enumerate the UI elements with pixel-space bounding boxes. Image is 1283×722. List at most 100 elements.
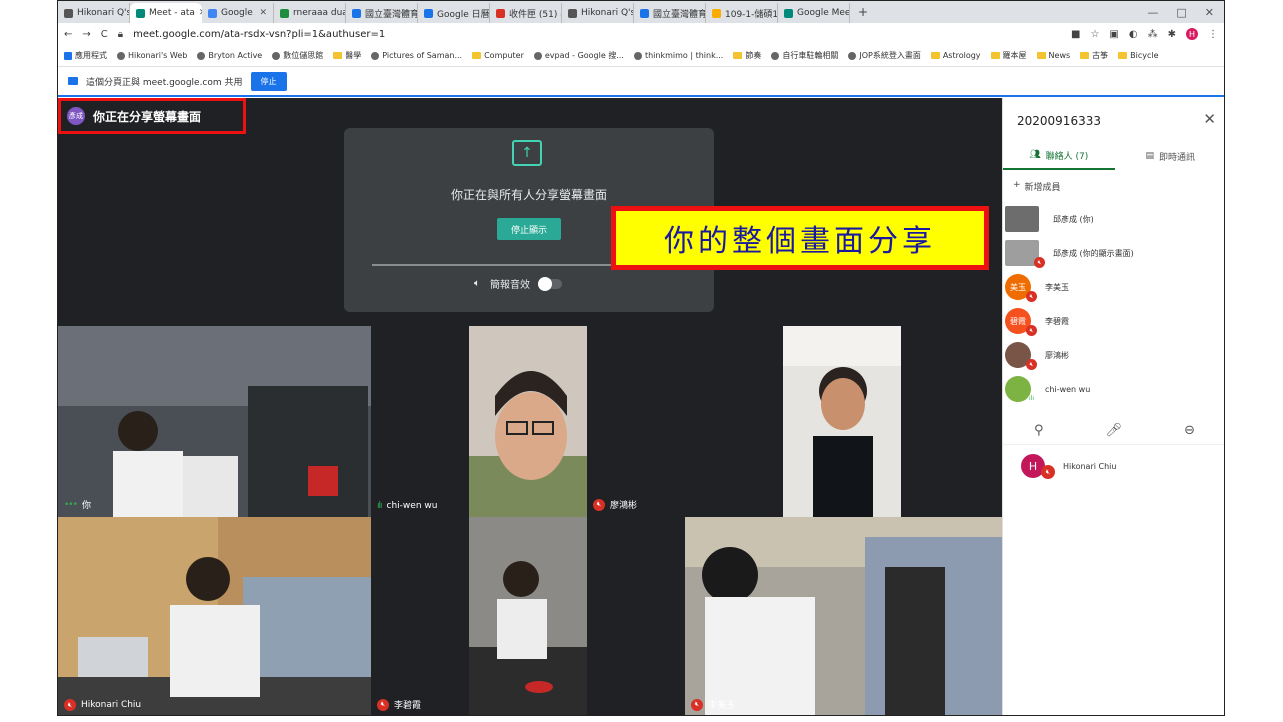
video-frame	[469, 517, 587, 715]
video-frame	[469, 326, 587, 517]
menu-icon[interactable]: ⋮	[1208, 29, 1218, 40]
add-people-button[interactable]: + 新增成員	[1013, 180, 1061, 193]
browser-tab[interactable]: Meet - ata✕	[130, 3, 202, 23]
back-icon[interactable]: ←	[64, 29, 72, 40]
tab-close-icon[interactable]: ✕	[259, 8, 267, 18]
bookmark-item[interactable]: 自行車駐輪相關	[771, 50, 838, 61]
bookmark-item[interactable]: 醫學	[333, 50, 361, 61]
video-tile[interactable]: 🔇︎ 廖鴻彬	[587, 326, 783, 517]
browser-tab[interactable]: rneraaa dual✕	[274, 3, 346, 23]
stop-presenting-button[interactable]: 停止顯示	[497, 218, 561, 240]
video-tile[interactable]	[783, 326, 901, 517]
bookmark-item[interactable]: 數位儲思館	[272, 50, 323, 61]
minimize-icon[interactable]: —	[1147, 6, 1158, 19]
participant-row[interactable]: 邱彥成 (你)	[1003, 202, 1224, 236]
video-tile[interactable]: 🔇︎ Hikonari Chiu	[58, 517, 371, 715]
bookmark-item[interactable]: thinkmimo | think...	[633, 51, 724, 60]
bookmark-item[interactable]: Bicycle	[1118, 51, 1159, 60]
video-tile[interactable]	[469, 517, 587, 715]
tile-label: ••• 你	[64, 498, 91, 512]
profile-avatar[interactable]: H	[1186, 28, 1198, 40]
presentation-message: 你正在與所有人分享螢幕畫面	[450, 188, 607, 202]
participant-list: 邱彥成 (你) 🔇︎ 邱彥成 (你的顯示畫面) 美玉 🔇︎ 李美玉 碧霞 🔇︎ 李碧霞 🔇︎ 廖鴻彬…	[1003, 202, 1224, 406]
tab-people[interactable]: 👥︎ 聯絡人 (7)	[1003, 142, 1115, 170]
participant-name: 廖鴻彬	[1045, 350, 1069, 360]
mic-off-icon: 🔇︎	[1034, 257, 1045, 268]
stop-sharing-button[interactable]: 停止	[250, 71, 287, 91]
remove-icon[interactable]: ⊖	[1184, 423, 1195, 438]
camera-indicator-icon[interactable]: ■	[1071, 29, 1080, 40]
browser-tab[interactable]: 國立臺灣體育✕	[346, 3, 418, 23]
participant-row[interactable]: 美玉 🔇︎ 李美玉	[1003, 270, 1224, 304]
bookmark-item[interactable]: JOP系統登入畫面	[848, 50, 921, 61]
site-icon	[633, 51, 642, 60]
address-bar[interactable]: meet.google.com/ata-rsdx-vsn?pli=1&authu…	[133, 29, 385, 40]
bookmark-item[interactable]: Pictures of Saman...	[371, 51, 462, 60]
video-tile[interactable]	[901, 326, 1002, 517]
bookmark-item[interactable]: evpad - Google 搜...	[533, 50, 624, 61]
participant-row[interactable]: ılı chi-wen wu	[1003, 372, 1224, 406]
participant-row[interactable]: 🔇︎ 廖鴻彬	[1003, 338, 1224, 372]
bookmark-item[interactable]: Astrology	[930, 51, 981, 60]
meeting-id: 20200916333	[1017, 114, 1101, 128]
folder-icon	[1036, 52, 1046, 59]
bookmark-item[interactable]: News	[1036, 51, 1070, 60]
extension-icon[interactable]: ◐	[1129, 29, 1138, 40]
participant-row[interactable]: 碧霞 🔇︎ 李碧霞	[1003, 304, 1224, 338]
mic-off-icon: 🔇︎	[1041, 465, 1055, 479]
participant-row[interactable]: 🔇︎ 邱彥成 (你的顯示畫面)	[1003, 236, 1224, 270]
video-tile[interactable]: ••• 你	[58, 326, 371, 517]
site-icon	[64, 51, 72, 60]
mic-active-icon: •••	[64, 499, 78, 510]
tab-favicon	[280, 8, 289, 18]
video-tile[interactable]: 🔇︎ 李碧霞	[371, 517, 469, 715]
bookmark-item[interactable]: Bryton Active	[197, 51, 262, 60]
browser-tab[interactable]: Google 日曆✕	[418, 3, 490, 23]
browser-tab[interactable]: 109-1-儲碩1A✕	[706, 3, 778, 23]
bookmark-item[interactable]: 羅本屋	[990, 50, 1027, 61]
bookmark-item[interactable]: 節奏	[733, 50, 761, 61]
cast-icon[interactable]: ▣	[1109, 29, 1118, 40]
bookmark-label: 古筝	[1092, 51, 1109, 60]
tile-label: ılı chi-wen wu	[377, 501, 437, 511]
video-tile[interactable]: ılı chi-wen wu	[371, 326, 469, 517]
bookmark-item[interactable]: Computer	[472, 51, 524, 60]
video-tile[interactable]	[469, 326, 587, 517]
tab-chat[interactable]: ▤ 即時通訊	[1115, 142, 1225, 170]
reload-icon[interactable]: C	[101, 29, 108, 40]
mic-off-icon: 🔇︎	[691, 698, 703, 711]
browser-tab[interactable]: Google Meet✕	[778, 3, 850, 23]
maximize-icon[interactable]: □	[1176, 6, 1186, 19]
mic-off-icon: 🔇︎	[377, 698, 389, 711]
site-icon	[771, 51, 780, 60]
video-tile[interactable]: 🔇︎ 李美玉	[685, 517, 1002, 715]
mute-icon[interactable]: 🎤︎	[1106, 423, 1123, 438]
tab-title: Meet - ata	[149, 8, 195, 18]
browser-tab[interactable]: Google ✕	[202, 3, 274, 23]
puzzle-icon[interactable]: ✱	[1168, 29, 1176, 40]
video-tile[interactable]	[587, 517, 685, 715]
host-row[interactable]: H 🔇︎ Hikonari Chiu	[1021, 454, 1116, 479]
new-tab-button[interactable]: +	[850, 5, 876, 19]
participant-name: 李碧霞	[1045, 316, 1069, 326]
bookmark-star-icon[interactable]: ☆	[1090, 29, 1099, 40]
bookmark-label: Astrology	[942, 51, 981, 60]
bookmark-item[interactable]: Hikonari's Web	[117, 51, 187, 60]
site-icon	[117, 51, 125, 60]
bookmark-item[interactable]: 古筝	[1080, 50, 1108, 61]
tile-name: 李碧霞	[394, 701, 422, 711]
add-people-label: 新增成員	[1024, 183, 1061, 193]
browser-tab[interactable]: Hikonari Q's H✕	[562, 3, 634, 23]
translate-icon[interactable]: ⁂	[1148, 29, 1158, 40]
browser-tab[interactable]: 國立臺灣體育✕	[634, 3, 706, 23]
browser-tab[interactable]: Hikonari Q's H✕	[58, 3, 130, 23]
browser-tab[interactable]: 收件匣 (51) -✕	[490, 3, 562, 23]
close-icon[interactable]: ✕	[1203, 110, 1216, 128]
pin-icon[interactable]: ⚲	[1034, 423, 1044, 438]
close-window-icon[interactable]: ✕	[1205, 6, 1214, 19]
bookmark-item[interactable]: 應用程式	[64, 50, 107, 61]
presentation-audio-toggle[interactable]	[538, 276, 562, 291]
site-icon	[533, 51, 542, 60]
forward-icon[interactable]: →	[82, 29, 90, 40]
bookmark-label: thinkmimo | think...	[644, 51, 724, 60]
